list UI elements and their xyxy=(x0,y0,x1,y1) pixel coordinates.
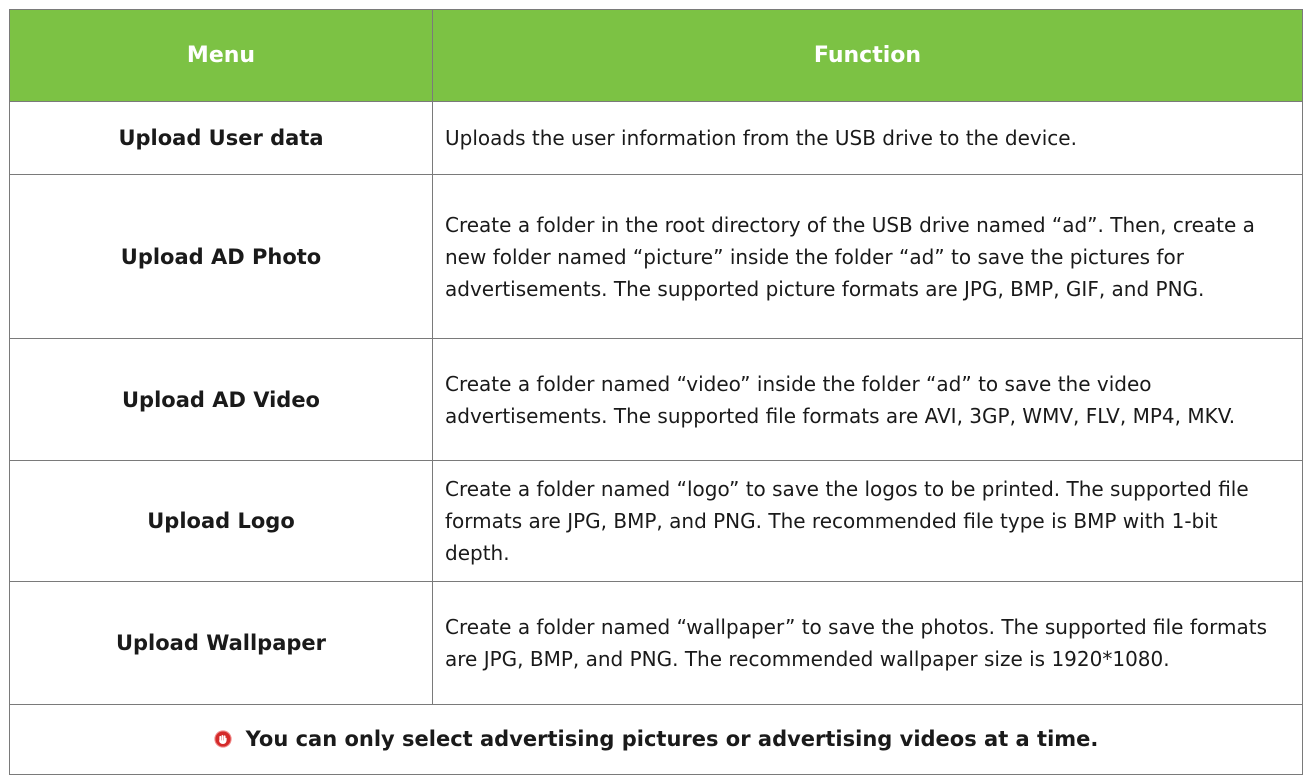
stop-icon xyxy=(213,729,232,748)
header-function: Function xyxy=(432,9,1303,102)
menu-upload-user-data: Upload User data xyxy=(9,101,433,175)
note-row: You can only select advertising pictures… xyxy=(9,704,1303,775)
function-upload-user-data: Uploads the user information from the US… xyxy=(432,101,1303,175)
function-upload-logo: Create a folder named “logo” to save the… xyxy=(432,460,1303,582)
table-row: Upload AD Photo Create a folder in the r… xyxy=(9,174,1303,339)
function-upload-ad-photo: Create a folder in the root directory of… xyxy=(432,174,1303,339)
function-upload-wallpaper: Create a folder named “wallpaper” to sav… xyxy=(432,581,1303,705)
note-cell: You can only select advertising pictures… xyxy=(9,704,1303,775)
table-header-row: Menu Function xyxy=(9,9,1303,102)
function-upload-ad-video: Create a folder named “video” inside the… xyxy=(432,338,1303,461)
table-row: Upload Logo Create a folder named “logo”… xyxy=(9,460,1303,582)
table-row: Upload Wallpaper Create a folder named “… xyxy=(9,581,1303,705)
table-row: Upload AD Video Create a folder named “v… xyxy=(9,338,1303,461)
upload-menu-table: Menu Function Upload User data Uploads t… xyxy=(9,9,1303,775)
menu-upload-ad-photo: Upload AD Photo xyxy=(9,174,433,339)
table-row: Upload User data Uploads the user inform… xyxy=(9,101,1303,175)
menu-upload-logo: Upload Logo xyxy=(9,460,433,582)
menu-upload-wallpaper: Upload Wallpaper xyxy=(9,581,433,705)
menu-upload-ad-video: Upload AD Video xyxy=(9,338,433,461)
note-text: You can only select advertising pictures… xyxy=(245,726,1099,751)
note: You can only select advertising pictures… xyxy=(213,726,1099,751)
header-menu: Menu xyxy=(9,9,433,102)
